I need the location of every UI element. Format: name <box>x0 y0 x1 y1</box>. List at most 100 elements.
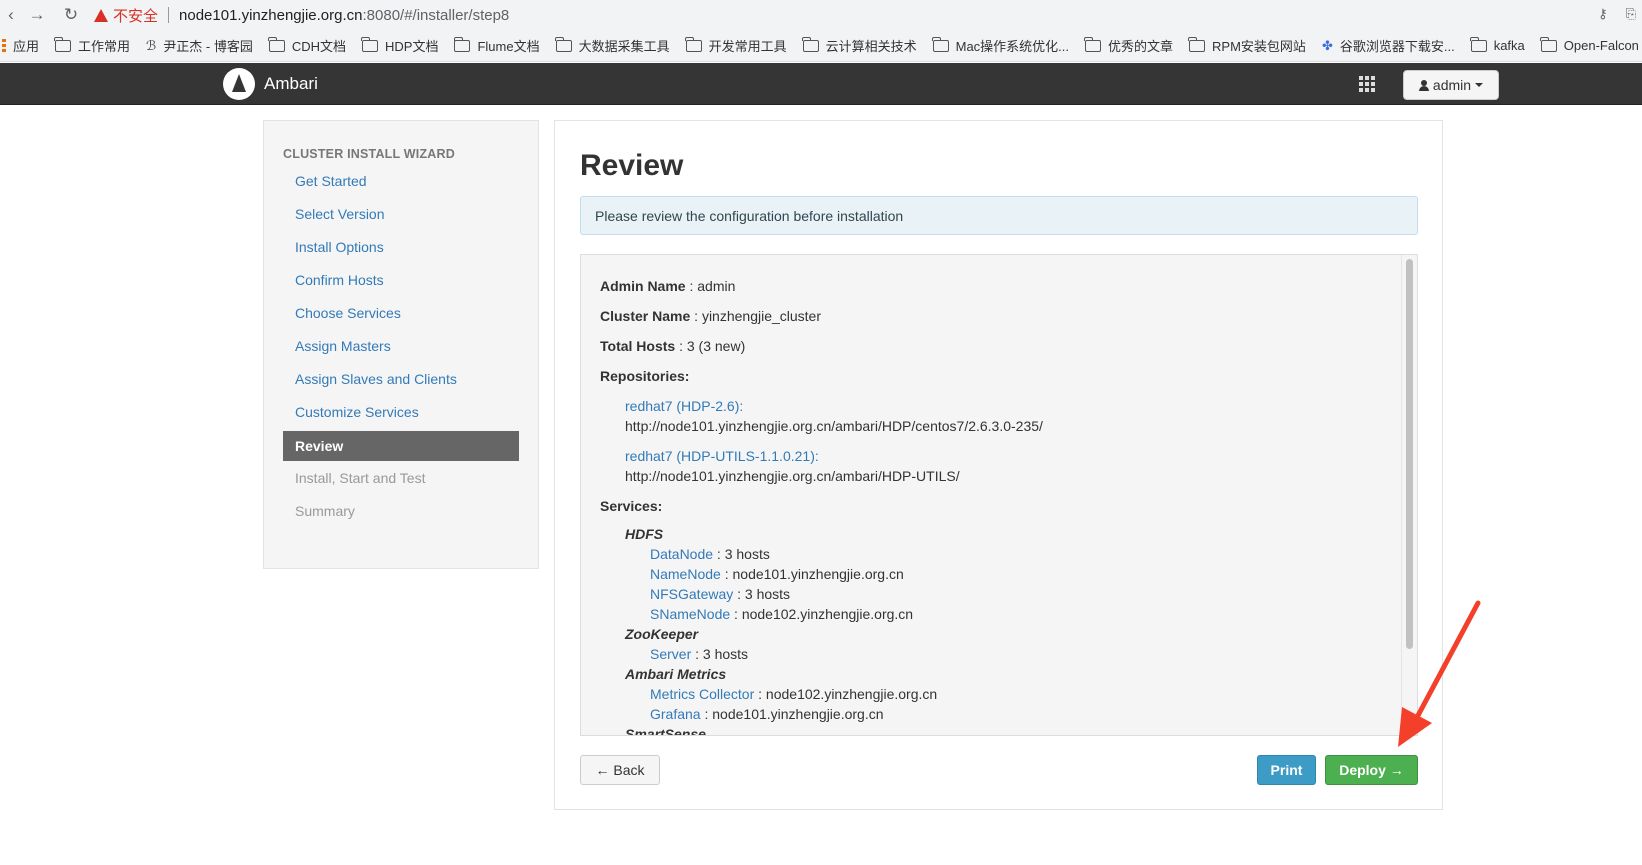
wizard-step-summary: Summary <box>295 503 355 519</box>
translate-icon[interactable]: ⎘ <box>1626 6 1636 22</box>
warning-icon <box>94 8 108 22</box>
review-content: Admin Name : admin Cluster Name : yinzhe… <box>600 276 1390 735</box>
bookmark-item[interactable]: Flume文档 <box>453 36 540 55</box>
cluster-name-value: yinzhengjie_cluster <box>701 308 822 324</box>
folder-icon <box>1188 36 1206 52</box>
bookmark-item[interactable]: 优秀的文章 <box>1084 36 1173 55</box>
service-name: Ambari Metrics <box>625 666 727 682</box>
scroll-thumb[interactable] <box>1406 259 1413 649</box>
browser-url-bar: ‹ → ↻ 不安全 node101.yinzhengjie.org.cn:808… <box>0 0 1642 30</box>
bookmark-item[interactable]: CDH文档 <box>268 36 346 55</box>
component-name: DataNode <box>650 546 714 562</box>
annotation-arrow <box>1398 600 1481 747</box>
bookmark-item[interactable]: 应用 <box>2 36 39 55</box>
component-name: SNameNode <box>650 606 731 622</box>
blog-icon: ℬ <box>146 37 157 53</box>
bookmark-item[interactable]: Mac操作系统优化... <box>932 36 1070 55</box>
total-hosts-label: Total Hosts <box>600 338 676 354</box>
bookmark-label: 应用 <box>13 39 40 54</box>
bookmark-item[interactable]: 云计算相关技术 <box>802 36 917 55</box>
deploy-button[interactable]: Deploy → <box>1325 755 1418 785</box>
service-component-row: SNameNode : node102.yinzhengjie.org.cn <box>650 606 914 622</box>
url-separator <box>168 7 170 23</box>
wizard-step-select-version[interactable]: Select Version <box>283 198 519 231</box>
user-icon <box>1418 79 1429 91</box>
wizard-step-assign-slaves-and-clients[interactable]: Assign Slaves and Clients <box>283 363 519 396</box>
views-grid-icon[interactable] <box>1359 76 1377 92</box>
service-component-row: Server : 3 hosts <box>650 646 749 662</box>
security-warning[interactable]: 不安全 <box>94 5 158 26</box>
service-item: ZooKeeper Server : 3 hosts <box>625 624 1390 664</box>
repository-item: redhat7 (HDP-2.6): http://node101.yinzhen… <box>625 396 1390 436</box>
wizard-step-install-options[interactable]: Install Options <box>283 231 519 264</box>
url-path: :8080/#/installer/step8 <box>362 6 510 24</box>
bookmark-label: 云计算相关技术 <box>825 39 917 54</box>
component-value: 3 hosts <box>744 586 791 602</box>
service-component-row: Grafana : node101.yinzhengjie.org.cn <box>650 706 884 722</box>
services-list: HDFS DataNode : 3 hosts NameNode : node101… <box>600 524 1390 735</box>
wizard-step-customize-services[interactable]: Customize Services <box>283 396 519 429</box>
wizard-step-choose-services[interactable]: Choose Services <box>283 297 519 330</box>
repositories-list: redhat7 (HDP-2.6): http://node101.yinzhen… <box>600 396 1390 486</box>
bookmark-label: 尹正杰 - 博客园 <box>163 39 253 54</box>
page-title: Review <box>580 149 684 182</box>
component-name: NFSGateway <box>650 586 734 602</box>
bookmark-label: RPM安装包网站 <box>1212 39 1306 54</box>
ambari-logo-icon[interactable] <box>223 68 255 100</box>
wizard-steps: Get Started Select Version Install Options… <box>283 165 519 528</box>
repository-url: http://node101.yinzhengjie.org.cn/ambari… <box>625 468 960 484</box>
bookmark-item[interactable]: RPM安装包网站 <box>1188 36 1306 55</box>
back-button[interactable]: ← Back <box>580 755 660 785</box>
bookmark-label: 谷歌浏览器下载安... <box>1339 39 1455 54</box>
bookmark-item[interactable]: Open-Falcon <box>1540 36 1639 53</box>
wizard-title: CLUSTER INSTALL WIZARD <box>283 147 455 161</box>
bookmark-item[interactable]: 开发常用工具 <box>684 36 787 55</box>
services-label: Services: <box>600 498 663 514</box>
wizard-step-assign-masters[interactable]: Assign Masters <box>283 330 519 363</box>
bookmark-item[interactable]: HDP文档 <box>361 36 439 55</box>
bookmark-label: Open-Falcon <box>1563 38 1639 53</box>
bookmark-label: Mac操作系统优化... <box>955 39 1070 54</box>
folder-icon <box>1084 36 1102 52</box>
services-heading: Services: <box>600 496 1390 516</box>
repository-name: redhat7 (HDP-2.6): <box>625 398 744 414</box>
paw-icon: ✤ <box>1321 37 1333 53</box>
folder-icon <box>268 36 285 52</box>
service-component-row: DataNode : 3 hosts <box>650 546 770 562</box>
component-value: node102.yinzhengjie.org.cn <box>741 606 914 622</box>
bookmark-item[interactable]: 大数据采集工具 <box>554 36 670 55</box>
bookmark-item[interactable]: kafka <box>1470 36 1525 53</box>
brand-name[interactable]: Ambari <box>264 74 318 94</box>
address-field[interactable]: node101.yinzhengjie.org.cn:8080/#/instal… <box>179 7 509 24</box>
bookmark-label: HDP文档 <box>385 39 439 54</box>
bookmark-label: CDH文档 <box>291 39 346 54</box>
folder-icon <box>684 36 702 52</box>
service-name: HDFS <box>625 526 664 542</box>
wizard-step-get-started[interactable]: Get Started <box>283 165 519 198</box>
user-menu-button[interactable]: admin <box>1403 70 1499 100</box>
component-value: node101.yinzhengjie.org.cn <box>732 566 904 582</box>
service-component-row: NFSGateway : 3 hosts <box>650 586 791 602</box>
repository-url: http://node101.yinzhengjie.org.cn/ambari… <box>625 418 1043 434</box>
folder-icon <box>361 36 378 52</box>
service-item: HDFS DataNode : 3 hosts NameNode : node101… <box>625 524 1390 624</box>
forward-nav-icon[interactable]: → <box>26 5 48 25</box>
back-nav-icon[interactable]: ‹ <box>0 5 22 25</box>
bookmark-label: 大数据采集工具 <box>578 39 670 54</box>
bookmark-label: Flume文档 <box>477 39 540 54</box>
bookmark-item[interactable]: 工作常用 <box>54 36 130 55</box>
reload-icon[interactable]: ↻ <box>60 5 82 25</box>
total-hosts-value: 3 (3 new) <box>686 338 746 354</box>
component-name: Metrics Collector <box>650 686 755 702</box>
bookmark-item[interactable]: ✤ 谷歌浏览器下载安... <box>1322 36 1455 55</box>
info-alert: Please review the configuration before i… <box>580 196 1418 235</box>
bookmark-item[interactable]: ℬ 尹正杰 - 博客园 <box>146 36 253 55</box>
wizard-step-review[interactable]: Review <box>283 431 519 461</box>
folder-icon <box>554 36 572 52</box>
key-icon[interactable]: ⚷ <box>1598 6 1608 22</box>
bookmark-label: 开发常用工具 <box>708 39 787 54</box>
wizard-step-confirm-hosts[interactable]: Confirm Hosts <box>283 264 519 297</box>
print-button[interactable]: Print <box>1257 755 1316 785</box>
folder-icon <box>932 36 949 52</box>
repository-name: redhat7 (HDP-UTILS-1.1.0.21): <box>625 448 819 464</box>
